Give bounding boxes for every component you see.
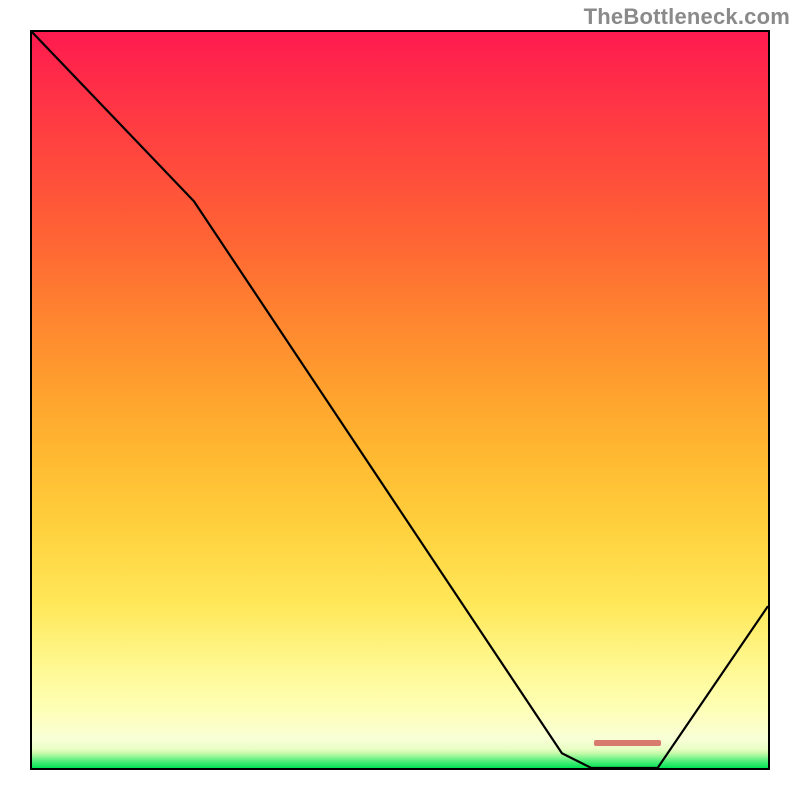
attribution-text: TheBottleneck.com: [584, 4, 790, 30]
optimal-range-marker: [594, 740, 661, 746]
curve-path: [32, 32, 768, 768]
chart-container: TheBottleneck.com: [0, 0, 800, 800]
plot-frame: [30, 30, 770, 770]
bottleneck-curve: [32, 32, 768, 768]
